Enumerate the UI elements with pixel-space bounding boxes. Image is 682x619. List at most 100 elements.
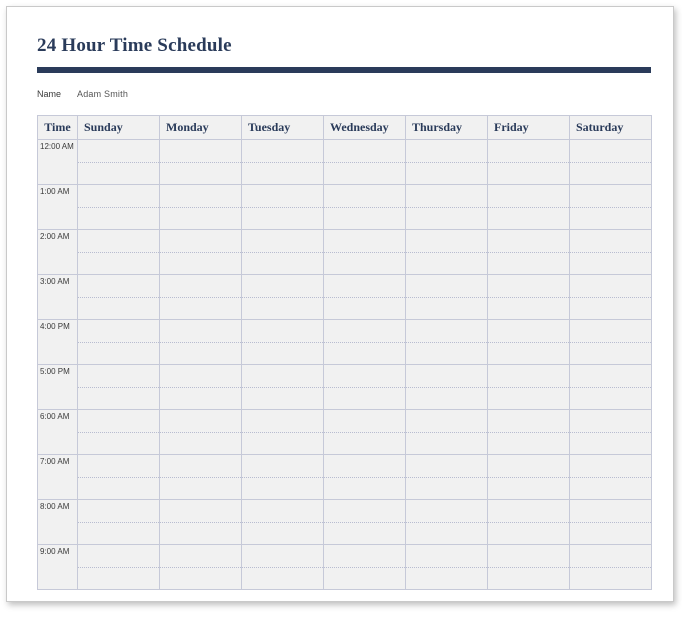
schedule-cell — [406, 275, 488, 320]
table-row: 9:00 AM — [38, 545, 652, 590]
schedule-cell — [78, 275, 160, 320]
header-day-monday: Monday — [160, 116, 242, 140]
schedule-cell — [242, 365, 324, 410]
table-row: 12:00 AM — [38, 140, 652, 185]
schedule-cell — [160, 230, 242, 275]
time-cell: 8:00 AM — [38, 500, 78, 545]
time-cell: 12:00 AM — [38, 140, 78, 185]
schedule-cell — [160, 410, 242, 455]
schedule-cell — [160, 140, 242, 185]
schedule-cell — [242, 230, 324, 275]
schedule-cell — [324, 275, 406, 320]
schedule-cell — [406, 185, 488, 230]
schedule-cell — [406, 545, 488, 590]
schedule-cell — [488, 275, 570, 320]
time-cell: 6:00 AM — [38, 410, 78, 455]
schedule-cell — [324, 230, 406, 275]
schedule-cell — [78, 500, 160, 545]
time-cell: 7:00 AM — [38, 455, 78, 500]
title-divider — [37, 67, 651, 73]
table-body: 12:00 AM 1:00 AM 2:00 AM — [38, 140, 652, 590]
schedule-cell — [242, 410, 324, 455]
schedule-cell — [570, 410, 652, 455]
schedule-cell — [570, 275, 652, 320]
schedule-cell — [324, 455, 406, 500]
schedule-cell — [570, 455, 652, 500]
schedule-cell — [406, 410, 488, 455]
schedule-cell — [488, 410, 570, 455]
document-page: 24 Hour Time Schedule Name Adam Smith Ti… — [6, 6, 674, 602]
schedule-cell — [160, 275, 242, 320]
schedule-cell — [324, 545, 406, 590]
header-time: Time — [38, 116, 78, 140]
header-day-saturday: Saturday — [570, 116, 652, 140]
name-value: Adam Smith — [77, 89, 128, 99]
time-cell: 1:00 AM — [38, 185, 78, 230]
header-day-thursday: Thursday — [406, 116, 488, 140]
schedule-cell — [570, 230, 652, 275]
schedule-cell — [324, 365, 406, 410]
schedule-cell — [242, 140, 324, 185]
schedule-cell — [160, 500, 242, 545]
schedule-cell — [406, 320, 488, 365]
time-cell: 3:00 AM — [38, 275, 78, 320]
schedule-cell — [160, 545, 242, 590]
table-row: 2:00 AM — [38, 230, 652, 275]
schedule-cell — [570, 365, 652, 410]
schedule-cell — [160, 320, 242, 365]
schedule-cell — [570, 320, 652, 365]
schedule-cell — [488, 185, 570, 230]
schedule-cell — [406, 140, 488, 185]
schedule-cell — [160, 185, 242, 230]
schedule-cell — [324, 140, 406, 185]
schedule-cell — [242, 275, 324, 320]
schedule-cell — [78, 140, 160, 185]
schedule-cell — [78, 185, 160, 230]
schedule-cell — [488, 365, 570, 410]
table-header-row: Time Sunday Monday Tuesday Wednesday Thu… — [38, 116, 652, 140]
schedule-cell — [160, 455, 242, 500]
schedule-cell — [324, 500, 406, 545]
schedule-cell — [78, 365, 160, 410]
table-row: 4:00 PM — [38, 320, 652, 365]
schedule-cell — [406, 500, 488, 545]
table-row: 6:00 AM — [38, 410, 652, 455]
table-row: 8:00 AM — [38, 500, 652, 545]
schedule-cell — [242, 455, 324, 500]
schedule-cell — [488, 500, 570, 545]
schedule-cell — [78, 320, 160, 365]
schedule-cell — [324, 320, 406, 365]
page-title: 24 Hour Time Schedule — [37, 35, 651, 57]
schedule-cell — [488, 545, 570, 590]
schedule-cell — [570, 500, 652, 545]
schedule-cell — [242, 500, 324, 545]
schedule-cell — [160, 365, 242, 410]
schedule-cell — [242, 185, 324, 230]
schedule-cell — [570, 185, 652, 230]
table-row: 5:00 PM — [38, 365, 652, 410]
header-day-tuesday: Tuesday — [242, 116, 324, 140]
time-cell: 4:00 PM — [38, 320, 78, 365]
name-label: Name — [37, 89, 61, 99]
name-row: Name Adam Smith — [37, 89, 651, 99]
schedule-cell — [406, 230, 488, 275]
schedule-cell — [78, 230, 160, 275]
schedule-cell — [324, 185, 406, 230]
table-row: 1:00 AM — [38, 185, 652, 230]
table-row: 3:00 AM — [38, 275, 652, 320]
header-day-sunday: Sunday — [78, 116, 160, 140]
schedule-cell — [570, 140, 652, 185]
time-cell: 5:00 PM — [38, 365, 78, 410]
schedule-cell — [488, 320, 570, 365]
schedule-cell — [406, 455, 488, 500]
schedule-table: Time Sunday Monday Tuesday Wednesday Thu… — [37, 115, 652, 590]
schedule-cell — [78, 545, 160, 590]
schedule-cell — [242, 545, 324, 590]
header-day-wednesday: Wednesday — [324, 116, 406, 140]
header-day-friday: Friday — [488, 116, 570, 140]
table-row: 7:00 AM — [38, 455, 652, 500]
time-cell: 2:00 AM — [38, 230, 78, 275]
schedule-cell — [488, 455, 570, 500]
schedule-cell — [406, 365, 488, 410]
schedule-cell — [488, 230, 570, 275]
